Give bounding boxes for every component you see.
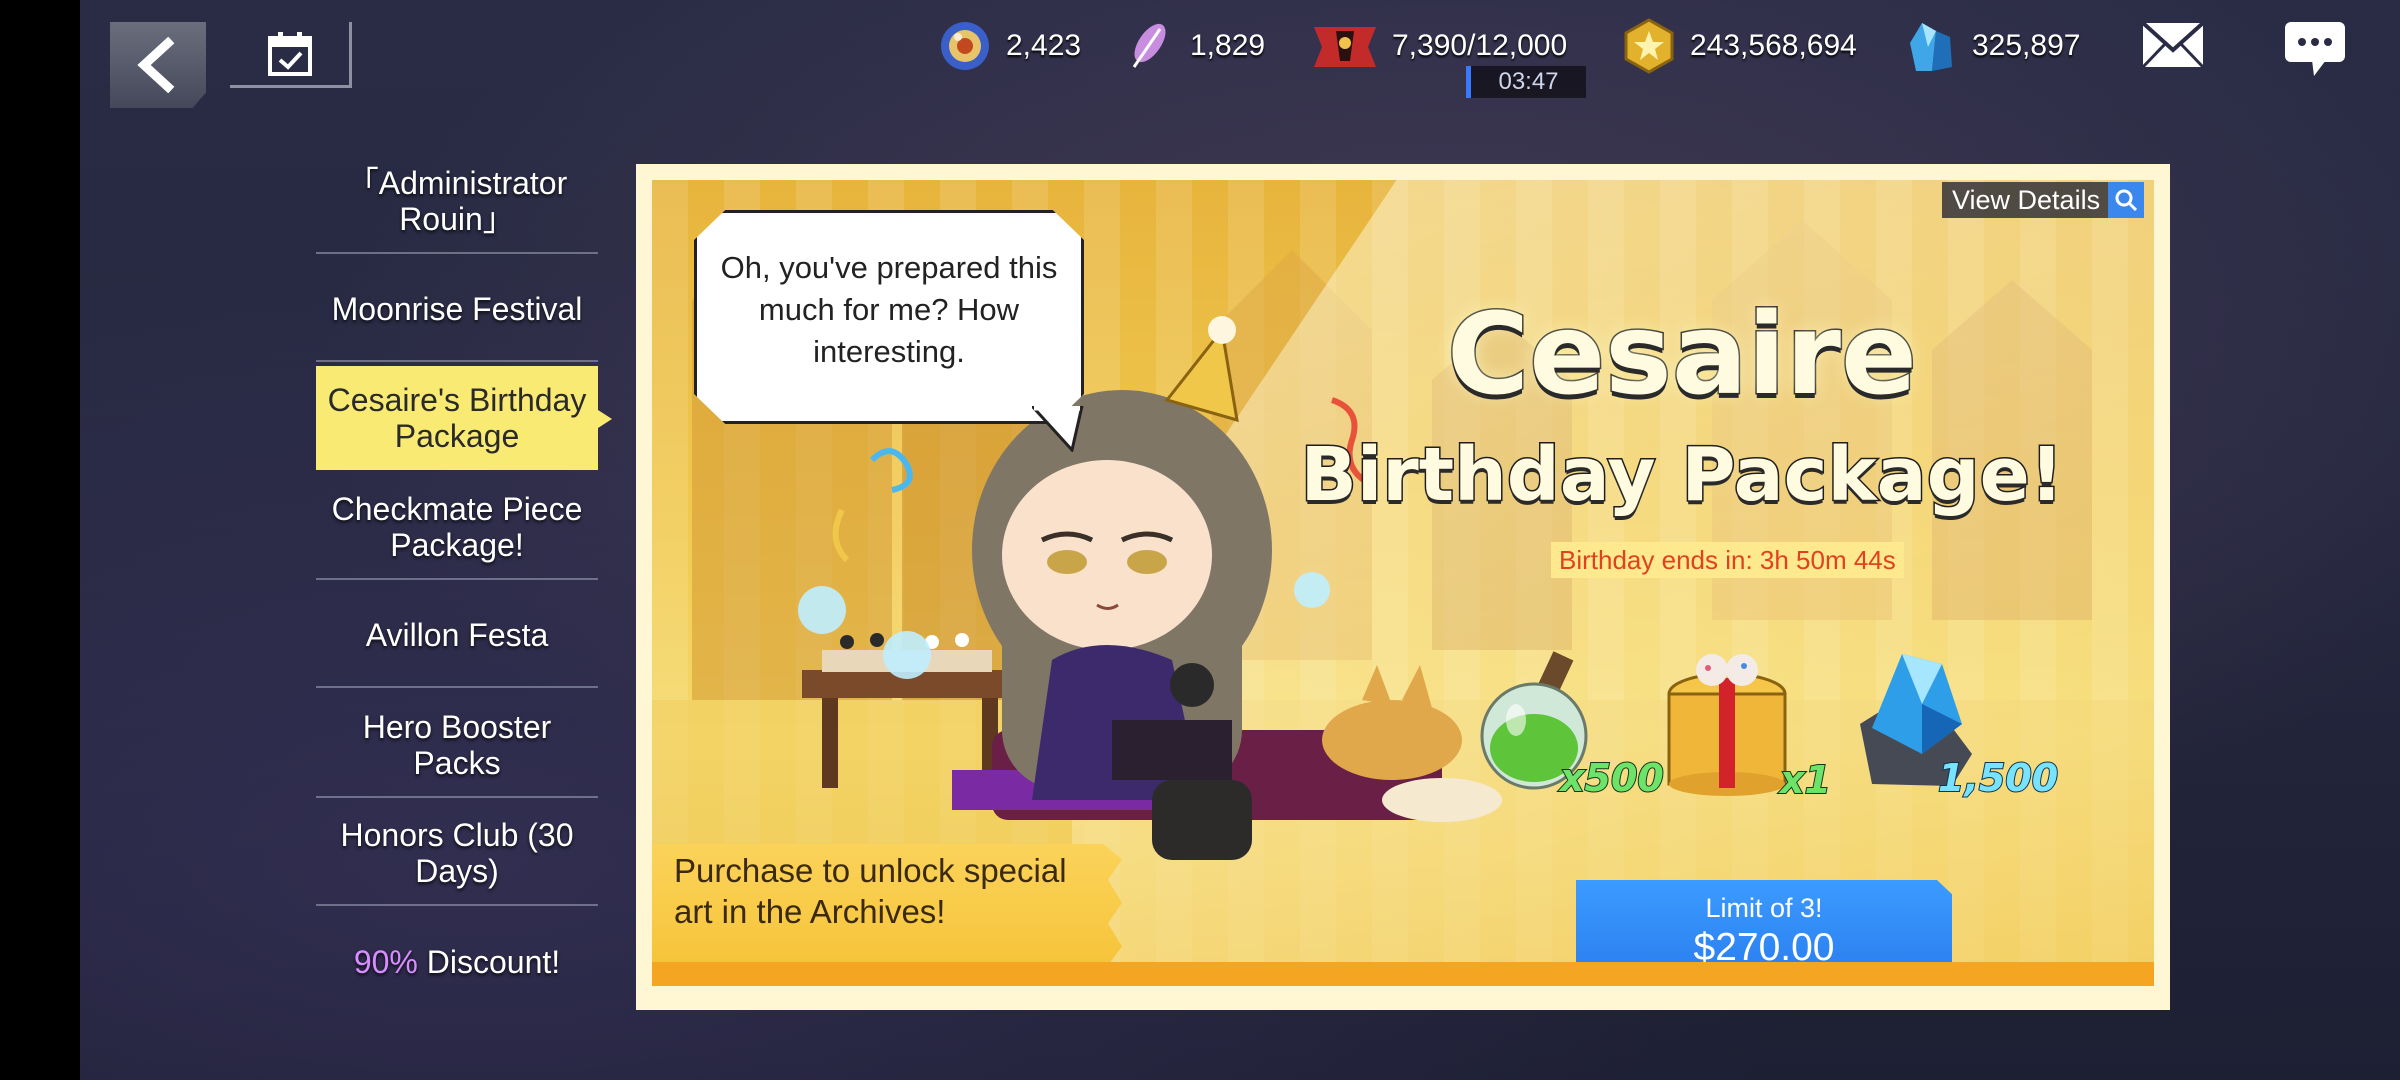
stamina-banner-icon [1314, 27, 1376, 67]
feather-quill-icon [1132, 23, 1166, 68]
calendar-check-icon [267, 31, 312, 76]
menu-item-cesaire-birthday-package[interactable]: Cesaire's Birthday Package [316, 366, 612, 470]
gold-count: 243,568,694 [1690, 29, 1857, 62]
menu-item-honors-club[interactable]: Honors Club (30 Days) [316, 802, 598, 906]
view-details-label: View Details [1952, 184, 2101, 215]
back-arrow-icon [137, 37, 175, 93]
back-button[interactable] [110, 22, 206, 108]
view-details-button[interactable]: View Details [1942, 182, 2145, 218]
resource-crystal-orb[interactable]: 2,423 [936, 18, 1081, 74]
mail-icon[interactable] [2140, 18, 2206, 72]
calendar-button[interactable] [230, 22, 352, 88]
package-title: Cesaire [1446, 289, 1919, 422]
chat-bubble-icon[interactable] [2282, 16, 2348, 80]
reward-qty: 1,500 [1937, 755, 2059, 801]
reward-qty: x1 [1779, 757, 1832, 803]
stamina-timer: 03:47 [1466, 66, 1586, 98]
menu-item-hero-booster-packs[interactable]: Hero Booster Packs [316, 694, 598, 798]
package-banner: View Details Oh, you've prepared this mu… [636, 164, 2170, 1010]
stamina-value: 7,390/12,000 [1392, 29, 1568, 62]
banner-frame-bottom [652, 962, 2154, 986]
menu-item-label: Moonrise Festival [331, 291, 583, 327]
gift-box-icon [1667, 654, 1787, 796]
feather-count: 1,829 [1190, 29, 1266, 62]
purchase-limit: Limit of 3! [1705, 892, 1823, 923]
blue-crystal-icon [1910, 23, 1952, 71]
reward-qty: x500 [1559, 755, 1665, 801]
crystal-orb-count: 2,423 [1006, 29, 1082, 62]
speech-bubble-tail [1032, 406, 1084, 452]
menu-item-avillon-festa[interactable]: Avillon Festa [316, 584, 598, 688]
discount-label: Discount! [417, 944, 561, 980]
left-black-bar [0, 0, 80, 1080]
menu-item-label: Avillon Festa [365, 617, 549, 653]
discount-percent: 90% [353, 944, 418, 980]
blue-crystal-count: 325,897 [1972, 29, 2081, 62]
menu-item-checkmate-piece-package[interactable]: Checkmate Piece Package! [316, 476, 598, 580]
menu-item-administrator-rouin[interactable]: 「Administrator Rouin」 [316, 150, 598, 254]
menu-item-moonrise-festival[interactable]: Moonrise Festival [316, 258, 598, 362]
gold-coin-icon [1624, 18, 1674, 74]
menu-item-label: Honors Club (30 Days) [340, 817, 574, 889]
reward-potion[interactable]: x500 [1472, 646, 1665, 801]
birthday-countdown: Birthday ends in: 3h 50m 44s [1551, 542, 1904, 578]
unlock-note-text: Purchase to unlock special art in the Ar… [674, 852, 1067, 930]
crystal-orb-icon [941, 22, 989, 70]
menu-item-label: Hero Booster Packs [362, 709, 552, 781]
resource-gold[interactable]: 243,568,694 [1620, 18, 1857, 74]
menu-item-label: Cesaire's Birthday Package [327, 382, 587, 454]
reward-blue-ore[interactable]: 1,500 [1852, 644, 2059, 801]
search-icon [2108, 182, 2145, 218]
package-subtitle: Birthday Package! [1299, 431, 2065, 520]
resource-feather[interactable]: 1,829 [1120, 18, 1265, 74]
speech-text: Oh, you've prepared this much for me? Ho… [720, 250, 1058, 369]
menu-item-label: 「Administrator Rouin」 [346, 165, 568, 237]
menu-item-label: Checkmate Piece Package! [331, 491, 583, 563]
reward-gift-box[interactable]: x1 [1662, 648, 1832, 803]
menu-item-discount[interactable]: 90% Discount! [316, 910, 598, 1014]
resource-blue-crystal[interactable]: 325,897 [1902, 18, 2080, 74]
banner-artwork: View Details Oh, you've prepared this mu… [652, 180, 2154, 986]
